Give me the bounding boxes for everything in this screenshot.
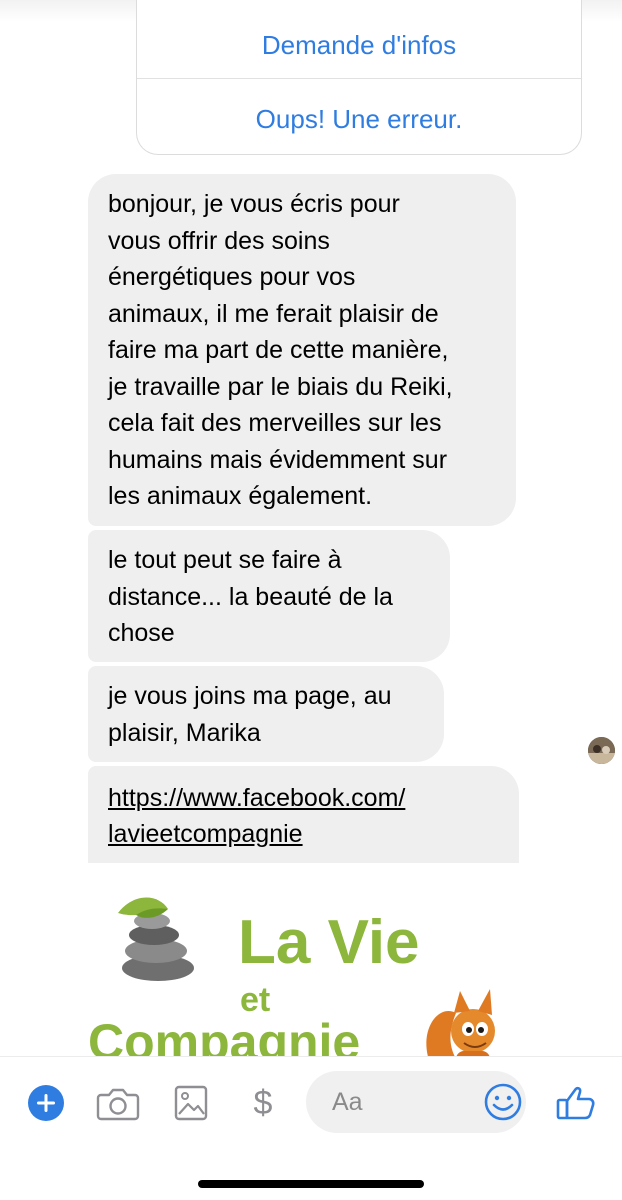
message-line: animaux, il me ferait plaisir de (108, 299, 439, 328)
message-bubble[interactable]: je vous joins ma page, au plaisir, Marik… (88, 666, 444, 762)
message-line: vous offrir des soins (108, 226, 330, 255)
divider (137, 78, 581, 79)
gallery-button[interactable] (168, 1080, 214, 1126)
svg-text:$: $ (254, 1084, 273, 1122)
logo-text-la-vie: La Vie (238, 908, 420, 977)
message-line: cela fait des merveilles sur les (108, 409, 442, 437)
quick-reply-oups-erreur[interactable]: Oups! Une erreur. (137, 104, 581, 135)
link-url[interactable]: https://www.facebook.com/ lavieetcompagn… (108, 780, 405, 852)
camera-icon (96, 1088, 140, 1121)
like-button[interactable] (553, 1080, 599, 1126)
link-preview-card[interactable]: https://www.facebook.com/ lavieetcompagn… (88, 766, 519, 1066)
thumbs-up-icon (556, 1086, 595, 1120)
message-line: plaisir, Marika (108, 718, 261, 747)
plus-button[interactable] (28, 1085, 64, 1121)
message-line: le tout peut se faire à (108, 546, 342, 574)
link-url-line: https://www.facebook.com/ (108, 784, 406, 812)
fox-illustration (426, 989, 495, 1066)
message-line: énergétiques pour vos (108, 263, 356, 291)
message-line: je vous joins ma page, au (108, 682, 392, 710)
message-bubble[interactable]: bonjour, je vous écris pour vous offrir … (88, 174, 516, 526)
link-url-line: lavieetcompagnie (108, 820, 303, 848)
quick-replies-card: Demande d'infos Oups! Une erreur. (136, 0, 582, 155)
message-line: faire ma part de cette manière, (108, 336, 449, 364)
dollar-icon: $ (254, 1084, 273, 1122)
camera-button[interactable] (95, 1080, 141, 1126)
link-preview-image[interactable]: La Vie et Compagnie (88, 863, 519, 1066)
image-icon (174, 1085, 208, 1121)
message-line: distance... la beauté de la (108, 582, 393, 611)
payment-button[interactable]: $ (240, 1080, 286, 1126)
message-line: chose (108, 619, 175, 647)
message-line: bonjour, je vous écris pour (108, 190, 400, 218)
quick-reply-demande-infos[interactable]: Demande d'infos (137, 30, 581, 61)
composer-divider (0, 1056, 622, 1057)
emoji-button[interactable] (480, 1079, 526, 1125)
message-line: je travaille par le biais du Reiki, (108, 372, 453, 401)
message-line: les animaux également. (108, 482, 373, 510)
home-indicator (198, 1180, 424, 1188)
message-line: humains mais évidemment sur (108, 445, 448, 474)
message-bubble[interactable]: le tout peut se faire à distance... la b… (88, 530, 450, 662)
emoji-icon (484, 1083, 522, 1121)
la-vie-et-compagnie-logo: La Vie et Compagnie (88, 897, 495, 1066)
read-receipt-avatar (588, 737, 615, 764)
plus-icon (37, 1094, 55, 1112)
composer-bar (0, 1056, 622, 1200)
